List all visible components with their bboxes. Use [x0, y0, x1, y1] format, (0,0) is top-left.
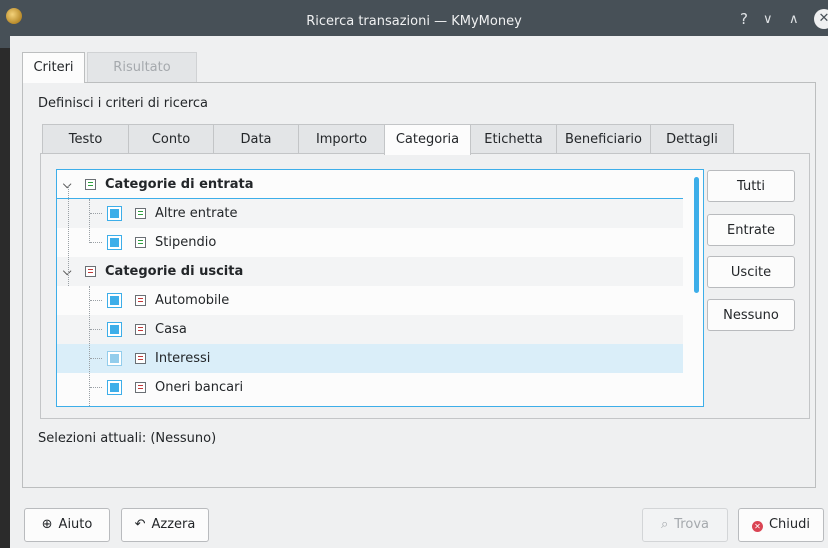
help-question-icon[interactable]: ?	[740, 10, 748, 28]
tree-item-interessi[interactable]: Interessi	[57, 344, 683, 373]
tree-guide-line	[90, 300, 102, 301]
section-label: Definisci i criteri di ricerca	[38, 96, 209, 111]
tree-guide-line	[90, 387, 102, 388]
tree-guide-line	[89, 286, 90, 406]
lifebuoy-icon: ⊕	[41, 517, 53, 532]
tab-categoria[interactable]: Categoria	[384, 124, 471, 155]
tree-item-automobile[interactable]: Automobile	[57, 286, 683, 315]
tree-group-income[interactable]: ⌵ Categorie di entrata	[57, 170, 683, 199]
expense-category-icon	[135, 353, 146, 364]
tree-item-altre-entrate[interactable]: Altre entrate	[57, 199, 683, 228]
tree-item-stipendio[interactable]: Stipendio	[57, 228, 683, 257]
group-label: Categorie di entrata	[105, 177, 254, 192]
item-label: Interessi	[155, 351, 211, 366]
window-title: Ricerca transazioni — KMyMoney	[306, 14, 522, 29]
tree-item-casa[interactable]: Casa	[57, 315, 683, 344]
close-button-label: Chiudi	[768, 517, 811, 532]
tree-scrollbar[interactable]	[694, 177, 699, 293]
tree-guide-line	[68, 186, 69, 286]
tree-guide-line	[90, 329, 102, 330]
close-icon: ✕	[751, 521, 763, 532]
checkbox[interactable]	[107, 380, 122, 395]
tab-etichetta[interactable]: Etichetta	[470, 124, 557, 154]
maximize-icon[interactable]: ∧	[789, 12, 799, 27]
close-window-icon[interactable]: ✕	[814, 9, 828, 29]
checkbox[interactable]	[107, 235, 122, 250]
income-category-icon	[85, 179, 96, 190]
category-tree[interactable]: ⌵ Categorie di entrata Altre entrate Sti…	[56, 169, 704, 407]
expense-category-icon	[135, 324, 146, 335]
item-label: Altre entrate	[155, 206, 238, 221]
tab-data[interactable]: Data	[213, 124, 299, 154]
tab-testo[interactable]: Testo	[42, 124, 129, 154]
item-label: Stipendio	[155, 235, 217, 250]
select-income-button[interactable]: Entrate	[707, 214, 795, 246]
tree-guide-line	[89, 199, 90, 243]
select-expense-button[interactable]: Uscite	[707, 256, 795, 288]
checkbox[interactable]	[107, 351, 122, 366]
checkbox[interactable]	[107, 322, 122, 337]
tab-risultato[interactable]: Risultato	[87, 52, 197, 82]
expense-category-icon	[135, 295, 146, 306]
tab-importo[interactable]: Importo	[298, 124, 385, 154]
criteria-tabbar: Testo Conto Data Importo Categoria Etich…	[42, 124, 734, 155]
search-icon: ⌕	[661, 517, 669, 532]
tree-group-expense[interactable]: ⌵ Categorie di uscita	[57, 257, 683, 286]
undo-icon: ↶	[134, 517, 146, 532]
income-category-icon	[135, 237, 146, 248]
item-label: Casa	[155, 322, 187, 337]
reset-button-label: Azzera	[151, 517, 196, 532]
dialog-body: Criteri Risultato Definisci i criteri di…	[10, 36, 828, 548]
tab-dettagli[interactable]: Dettagli	[650, 124, 734, 154]
current-selection-status: Selezioni attuali: (Nessuno)	[38, 431, 217, 446]
tree-guide-line	[90, 358, 102, 359]
select-none-button[interactable]: Nessuno	[707, 299, 795, 331]
item-label: Automobile	[155, 293, 230, 308]
tab-conto[interactable]: Conto	[128, 124, 214, 154]
tree-guide-line	[90, 213, 102, 214]
find-button[interactable]: ⌕ Trova	[642, 508, 728, 542]
tab-beneficiario[interactable]: Beneficiario	[556, 124, 651, 154]
help-button[interactable]: ⊕ Aiuto	[24, 508, 110, 542]
checkbox[interactable]	[107, 206, 122, 221]
tree-guide-line	[90, 242, 102, 243]
group-label: Categorie di uscita	[105, 264, 244, 279]
tree-item-oneri-bancari[interactable]: Oneri bancari	[57, 373, 683, 402]
find-button-label: Trova	[674, 517, 709, 532]
tab-criteri[interactable]: Criteri	[22, 52, 85, 83]
expense-category-icon	[85, 266, 96, 277]
minimize-icon[interactable]: ∨	[763, 12, 773, 27]
help-button-label: Aiuto	[58, 517, 93, 532]
income-category-icon	[135, 208, 146, 219]
select-all-button[interactable]: Tutti	[707, 170, 795, 202]
reset-button[interactable]: ↶ Azzera	[121, 508, 209, 542]
close-button[interactable]: ✕ Chiudi	[738, 508, 824, 542]
item-label: Oneri bancari	[155, 380, 244, 395]
expense-category-icon	[135, 382, 146, 393]
checkbox[interactable]	[107, 293, 122, 308]
